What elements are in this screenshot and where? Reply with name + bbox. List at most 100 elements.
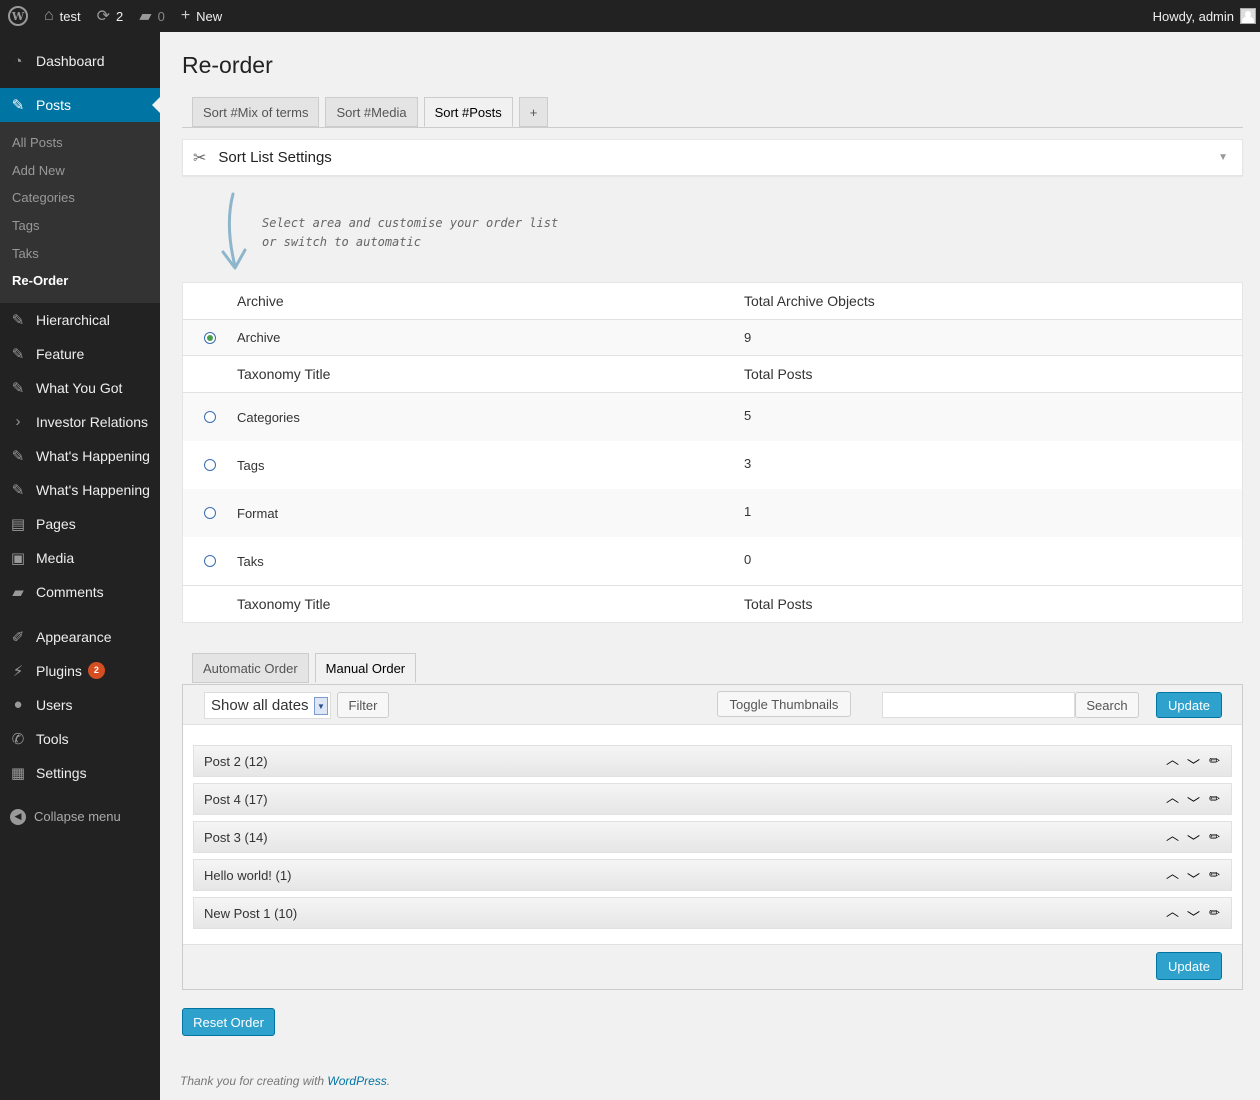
edit-pencil-icon[interactable]: ✏: [1204, 753, 1225, 769]
move-up-icon[interactable]: ︿: [1162, 749, 1183, 768]
tab-manual-order[interactable]: Manual Order: [314, 653, 417, 683]
submenu-re-order[interactable]: Re-Order: [0, 267, 160, 295]
taxonomy-name: Categories: [237, 409, 300, 425]
post-row[interactable]: Post 2 (12) ︿ ﹀ ✏: [193, 745, 1232, 777]
submenu-categories[interactable]: Categories: [0, 184, 160, 212]
menu-feature[interactable]: ✎ Feature: [0, 337, 160, 371]
move-down-icon[interactable]: ﹀: [1183, 755, 1204, 774]
menu-whats-happening-1[interactable]: ✎ What's Happening: [0, 439, 160, 473]
caret-down-icon[interactable]: ▼: [1218, 152, 1228, 163]
edit-pencil-icon[interactable]: ✏: [1204, 867, 1225, 883]
taxonomy-row-taks[interactable]: Taks 0: [183, 537, 1242, 585]
comment-icon: ▰: [139, 8, 152, 25]
edit-pencil-icon[interactable]: ✏: [1204, 791, 1225, 807]
tab-automatic-order[interactable]: Automatic Order: [192, 653, 309, 683]
collapse-arrow-icon: ◀: [10, 808, 26, 825]
post-row[interactable]: Post 3 (14) ︿ ﹀ ✏: [193, 821, 1232, 853]
move-up-icon[interactable]: ︿: [1162, 863, 1183, 882]
menu-appearance[interactable]: ✐ Appearance: [0, 620, 160, 654]
filter-button[interactable]: Filter: [337, 692, 389, 718]
search-button[interactable]: Search: [1075, 692, 1139, 718]
collapse-menu-button[interactable]: ◀ Collapse menu: [0, 800, 160, 834]
dashboard-icon: ◔: [13, 52, 23, 70]
menu-what-you-got[interactable]: ✎ What You Got: [0, 371, 160, 405]
post-row[interactable]: Hello world! (1) ︿ ﹀ ✏: [193, 859, 1232, 891]
menu-plugins[interactable]: ⚡ Plugins 2: [0, 654, 160, 688]
taxonomy-count: 1: [744, 503, 752, 519]
user-icon: ●: [13, 696, 23, 714]
taxonomy-row-tags[interactable]: Tags 3: [183, 441, 1242, 489]
brush-icon: ✐: [11, 628, 25, 646]
date-filter-select[interactable]: Show all dates ▼: [204, 692, 331, 719]
updates-count: 2: [116, 8, 124, 24]
taxonomy-footer-row: Taxonomy Title Total Posts: [183, 585, 1242, 622]
add-sort-tab-button[interactable]: +: [518, 97, 549, 127]
taxonomy-footer-count: Total Posts: [744, 596, 813, 612]
sort-list-settings-panel[interactable]: ✂ Sort List Settings ▼: [182, 139, 1243, 176]
menu-dashboard[interactable]: ◔ Dashboard: [0, 44, 160, 78]
menu-label: Hierarchical: [36, 311, 110, 328]
post-row[interactable]: Post 4 (17) ︿ ﹀ ✏: [193, 783, 1232, 815]
settings-icon: ▦: [10, 764, 26, 782]
account-menu[interactable]: Howdy, admin: [1145, 0, 1260, 32]
menu-posts[interactable]: ✎ Posts: [0, 88, 160, 122]
order-footer: Update: [183, 944, 1242, 989]
taks-radio[interactable]: [204, 555, 216, 567]
new-content-menu[interactable]: + New: [173, 0, 230, 32]
menu-label: Users: [36, 696, 73, 713]
submenu-tags[interactable]: Tags: [0, 212, 160, 240]
menu-label: Investor Relations: [36, 413, 149, 430]
move-down-icon[interactable]: ﹀: [1183, 831, 1204, 850]
tab-sort-media[interactable]: Sort #Media: [325, 97, 418, 127]
menu-tools[interactable]: ✆ Tools: [0, 722, 160, 756]
menu-media[interactable]: ▣ Media: [0, 541, 160, 575]
taxonomy-row-format[interactable]: Format 1: [183, 489, 1242, 537]
edit-pencil-icon[interactable]: ✏: [1204, 829, 1225, 845]
updates-menu[interactable]: ⟳ 2: [89, 0, 132, 32]
menu-pages[interactable]: ▤ Pages: [0, 507, 160, 541]
wordpress-logo-menu[interactable]: W: [0, 0, 36, 32]
comments-menu[interactable]: ▰ 0: [131, 0, 173, 32]
menu-comments[interactable]: ▰ Comments: [0, 575, 160, 609]
taxonomy-row-categories[interactable]: Categories 5: [183, 393, 1242, 441]
menu-label: Feature: [36, 345, 85, 362]
move-down-icon[interactable]: ﹀: [1183, 869, 1204, 888]
archive-radio[interactable]: [204, 331, 216, 344]
move-up-icon[interactable]: ︿: [1162, 825, 1183, 844]
submenu-all-posts[interactable]: All Posts: [0, 129, 160, 157]
submenu-add-new[interactable]: Add New: [0, 157, 160, 185]
menu-label: What's Happening: [36, 481, 150, 498]
footer-suffix: .: [386, 1074, 391, 1088]
footer-credit: Thank you for creating with WordPress.: [180, 1074, 390, 1088]
order-toolbar: Show all dates ▼ Filter Toggle Thumbnail…: [183, 685, 1242, 725]
move-down-icon[interactable]: ﹀: [1183, 907, 1204, 926]
move-up-icon[interactable]: ︿: [1162, 787, 1183, 806]
site-name-menu[interactable]: ⌂ test: [36, 0, 89, 32]
submenu-taks[interactable]: Taks: [0, 239, 160, 267]
format-radio[interactable]: [204, 507, 216, 519]
taxonomy-header-name: Taxonomy Title: [237, 366, 331, 382]
move-down-icon[interactable]: ﹀: [1183, 793, 1204, 812]
archive-row[interactable]: Archive 9: [183, 320, 1242, 356]
categories-radio[interactable]: [204, 411, 216, 423]
edit-pencil-icon[interactable]: ✏: [1204, 905, 1225, 921]
comment-icon: ▰: [12, 583, 24, 601]
tab-sort-posts[interactable]: Sort #Posts: [423, 97, 513, 127]
post-row[interactable]: New Post 1 (10) ︿ ﹀ ✏: [193, 897, 1232, 929]
taxonomy-header-count: Total Posts: [744, 366, 813, 382]
update-button-top[interactable]: Update: [1156, 692, 1222, 718]
tab-sort-mix-of-terms[interactable]: Sort #Mix of terms: [192, 97, 320, 127]
menu-settings[interactable]: ▦ Settings: [0, 756, 160, 790]
menu-investor-relations[interactable]: › Investor Relations: [0, 405, 160, 439]
chevron-right-icon: ›: [15, 413, 21, 431]
move-up-icon[interactable]: ︿: [1162, 901, 1183, 920]
menu-users[interactable]: ● Users: [0, 688, 160, 722]
menu-hierarchical[interactable]: ✎ Hierarchical: [0, 303, 160, 337]
wordpress-link[interactable]: WordPress: [327, 1074, 386, 1088]
update-button-bottom[interactable]: Update: [1156, 952, 1222, 980]
toggle-thumbnails-button[interactable]: Toggle Thumbnails: [717, 691, 851, 717]
menu-whats-happening-2[interactable]: ✎ What's Happening: [0, 473, 160, 507]
reset-order-button[interactable]: Reset Order: [182, 1008, 275, 1036]
tags-radio[interactable]: [204, 459, 216, 471]
search-input[interactable]: [882, 692, 1075, 718]
